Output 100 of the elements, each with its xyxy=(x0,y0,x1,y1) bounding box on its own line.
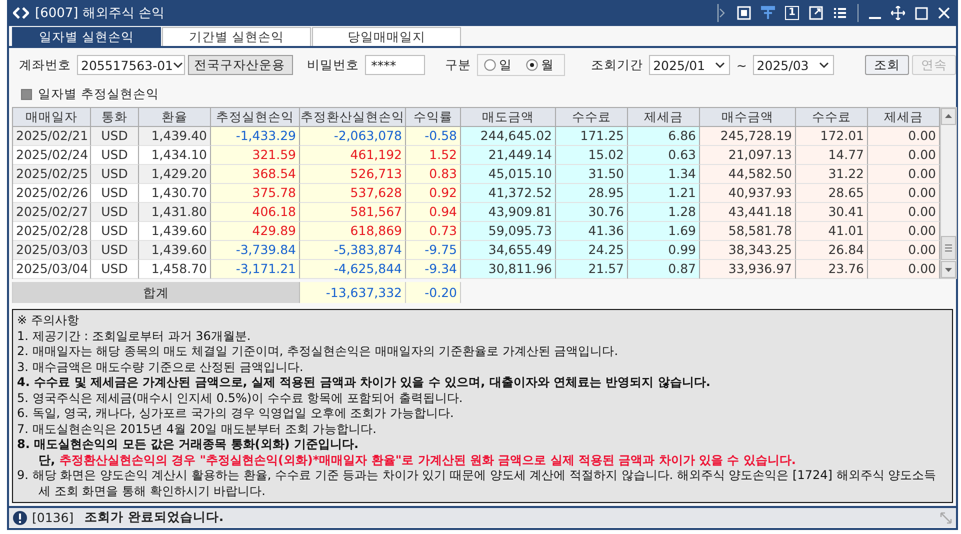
note-text: 7. 매도실현손익은 2015년 4월 20일 매도분부터 조회 가능합니다. xyxy=(17,422,378,437)
close-icon[interactable] xyxy=(938,7,950,19)
scroll-thumb-icon[interactable] xyxy=(941,236,956,260)
table-cell: 1.28 xyxy=(628,203,700,222)
column-header[interactable]: 매도금액 xyxy=(461,108,556,127)
column-header[interactable]: 환율 xyxy=(139,108,211,127)
table-cell: 0.00 xyxy=(868,222,940,241)
field-label: 계좌번호 xyxy=(19,56,71,74)
table-cell: 244,645.02 xyxy=(461,127,556,146)
column-header[interactable]: 추정환산실현손익 xyxy=(300,108,406,127)
note-text: 2. 매매일자는 해당 종목의 매도 체결일 기준이며, 추정실현손익은 매매일자의 기준환율로 가계산된 금액입니다. xyxy=(17,344,620,360)
period-end-dropdown[interactable]: 2025/03 xyxy=(752,55,834,75)
tab[interactable]: 당일매매일지 xyxy=(312,27,461,46)
table-cell: 406.18 xyxy=(211,203,300,222)
caret-icon[interactable] xyxy=(173,62,183,68)
square-icon[interactable] xyxy=(737,6,751,20)
caret-icon[interactable] xyxy=(715,62,726,68)
table-cell: USD xyxy=(91,222,139,241)
pin-icon[interactable] xyxy=(761,6,775,20)
table-cell: -5,383,874 xyxy=(300,241,406,260)
table-cell: 0.00 xyxy=(868,260,940,279)
period-start-dropdown[interactable]: 2025/01 xyxy=(649,55,730,75)
table-cell: 34,655.49 xyxy=(461,241,556,260)
table-cell: 171.25 xyxy=(556,127,628,146)
total-cell: -0.20 xyxy=(406,282,461,303)
table-cell: 43,441.18 xyxy=(700,203,796,222)
column-header[interactable]: 추정실현손익 xyxy=(211,108,300,127)
table-cell: USD xyxy=(91,203,139,222)
table-cell: 38,343.25 xyxy=(700,241,796,260)
table-cell: 2025/02/27 xyxy=(13,203,91,222)
radio-button[interactable] xyxy=(484,59,496,71)
column-header[interactable]: 수익률 xyxy=(406,108,461,127)
table-cell: 2025/03/04 xyxy=(13,260,91,279)
table-cell: 1,439.40 xyxy=(139,127,211,146)
table-cell: 0.00 xyxy=(868,165,940,184)
note-text: 8. 매도실현손익의 모든 값은 거래종목 통화(외화) 기준입니다. xyxy=(17,437,360,452)
radio-button[interactable] xyxy=(526,59,538,71)
scroll-up-icon[interactable] xyxy=(941,108,956,125)
column-header[interactable]: 제세금 xyxy=(628,108,700,127)
table-cell: 1,429.20 xyxy=(139,165,211,184)
table-cell: USD xyxy=(91,127,139,146)
checkbox-label[interactable]: 일자별 추정실현손익 xyxy=(38,86,159,102)
radio-label[interactable]: 일 xyxy=(499,56,512,74)
table-cell: -1,433.29 xyxy=(211,127,300,146)
notes-title: ※ 주의사항 xyxy=(17,313,80,328)
tab[interactable]: 일자별 실현손익 xyxy=(12,27,161,46)
field-label: 구분 xyxy=(445,56,472,74)
table-cell: 41.36 xyxy=(556,222,628,241)
resize-grip-icon[interactable] xyxy=(940,512,952,524)
column-header[interactable]: 통화 xyxy=(91,108,139,127)
field-label: 조회기간 xyxy=(591,56,644,74)
table-cell: 2025/02/28 xyxy=(13,222,91,241)
maximize-icon[interactable] xyxy=(915,6,928,20)
column-header[interactable]: 매수금액 xyxy=(700,108,796,127)
column-header[interactable]: 제세금 xyxy=(868,108,940,127)
table-cell: -3,171.21 xyxy=(211,260,300,279)
status-message: 조회가 완료되었습니다. xyxy=(84,509,224,526)
move-icon[interactable] xyxy=(891,6,905,20)
table-cell: 15.02 xyxy=(556,146,628,165)
table-cell: 2025/03/03 xyxy=(13,241,91,260)
table-cell: 1,434.10 xyxy=(139,146,211,165)
password-field[interactable]: **** xyxy=(365,55,426,75)
note-text: 단, 추정환산실현손익의 경우 "추정실현손익(외화)*매매일자 환율"로 가계산된 원화 금액으로 실제 적용된 금액과 차이가 있을 수 있습니다. xyxy=(38,452,797,468)
page-badge[interactable]: 1 xyxy=(785,6,799,20)
table-cell: 28.65 xyxy=(796,184,868,203)
table-cell: 41,372.52 xyxy=(461,184,556,203)
table-cell: 461,192 xyxy=(300,146,406,165)
status-code: [0136] xyxy=(32,510,74,525)
table-cell: USD xyxy=(91,241,139,260)
table-cell: 33,936.97 xyxy=(700,260,796,279)
table-cell: 31.50 xyxy=(556,165,628,184)
table-cell: 375.78 xyxy=(211,184,300,203)
table-cell: -4,625,844 xyxy=(300,260,406,279)
table-cell: 2025/02/21 xyxy=(13,127,91,146)
checkbox[interactable] xyxy=(21,88,32,100)
table-cell: 6.86 xyxy=(628,127,700,146)
scrollbar[interactable] xyxy=(940,107,957,279)
field-label: 비밀번호 xyxy=(307,56,360,74)
account-dropdown[interactable]: 205517563-01 xyxy=(77,55,185,75)
column-header[interactable]: 수수료 xyxy=(556,108,628,127)
window-title: [6007] 해외주식 손익 xyxy=(35,5,164,22)
divider-icon xyxy=(857,4,859,22)
list-icon[interactable] xyxy=(833,7,847,19)
column-header[interactable]: 수수료 xyxy=(796,108,868,127)
table-cell: 1.34 xyxy=(628,165,700,184)
scroll-down-icon[interactable] xyxy=(941,261,956,278)
popout-icon[interactable] xyxy=(809,6,823,20)
search-button[interactable]: 조회 xyxy=(865,55,909,75)
link-icon[interactable] xyxy=(13,7,29,19)
table-cell: USD xyxy=(91,146,139,165)
column-header[interactable]: 매매일자 xyxy=(13,108,91,127)
table-cell: 0.00 xyxy=(868,203,940,222)
radio-label[interactable]: 월 xyxy=(541,56,554,74)
table-cell: 321.59 xyxy=(211,146,300,165)
caret-icon[interactable] xyxy=(819,62,829,68)
tab[interactable]: 기간별 실현손익 xyxy=(162,27,311,46)
table-cell: 1,430.70 xyxy=(139,184,211,203)
range-separator: ~ xyxy=(736,58,747,72)
alert-icon xyxy=(13,510,27,524)
expand-icon[interactable] xyxy=(717,4,727,22)
